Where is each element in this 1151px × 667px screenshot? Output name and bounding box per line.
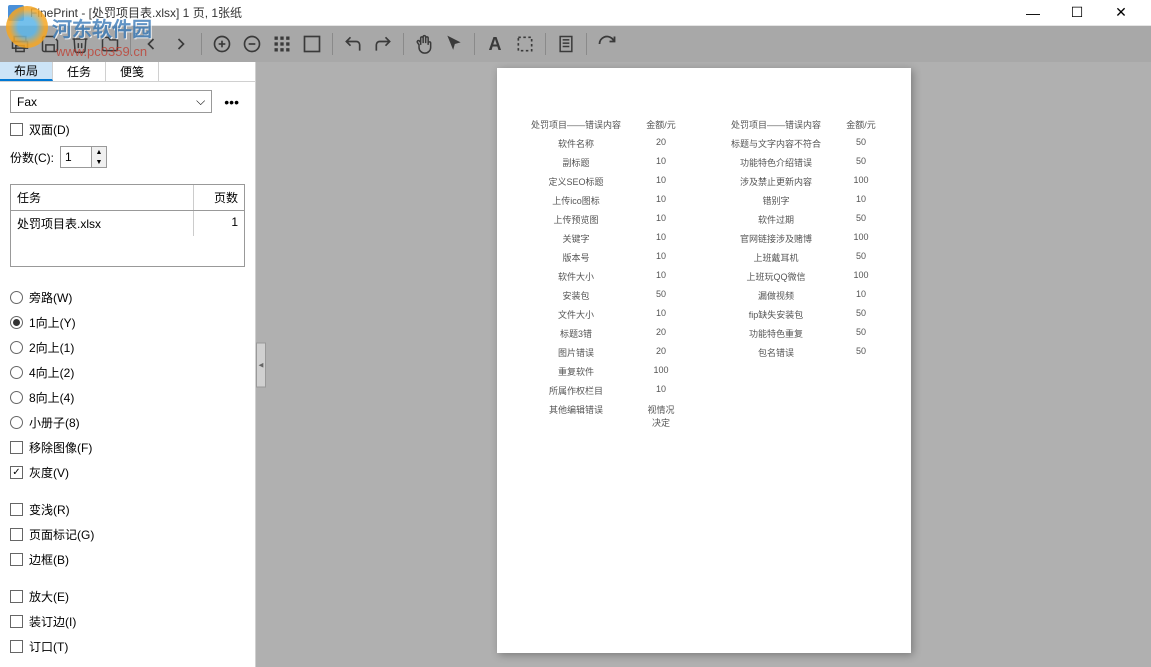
task-row[interactable]: 处罚项目表.xlsx 1 [11, 211, 244, 236]
marquee-button[interactable] [511, 30, 539, 58]
page-preview[interactable]: 处罚项目——错误内容金额/元 软件名称20副标题10定义SEO标题10上传ico… [497, 68, 911, 653]
opt-lighten[interactable]: 变浅(R) [10, 497, 245, 522]
app-icon [8, 5, 24, 21]
minimize-button[interactable]: — [1011, 0, 1055, 26]
maximize-button[interactable]: ☐ [1055, 0, 1099, 26]
opt-bypass[interactable]: 旁路(W) [10, 285, 245, 310]
preview-area[interactable]: ◄ 处罚项目——错误内容金额/元 软件名称20副标题10定义SEO标题10上传i… [256, 62, 1151, 667]
copies-spinner[interactable]: ▲ ▼ [60, 146, 107, 168]
hand-tool-button[interactable] [410, 30, 438, 58]
doc-column-1: 处罚项目——错误内容金额/元 软件名称20副标题10定义SEO标题10上传ico… [529, 118, 679, 435]
opt-booklet[interactable]: 小册子(8) [10, 410, 245, 435]
copies-label: 份数(C): [10, 149, 54, 166]
opt-grayscale[interactable]: 灰度(V) [10, 460, 245, 485]
opt-page-marks[interactable]: 页面标记(G) [10, 522, 245, 547]
doc-column-2: 处罚项目——错误内容金额/元 标题与文字内容不符合50功能特色介绍错误50涉及禁… [729, 118, 879, 435]
opt-gutter[interactable]: 订口(T) [10, 634, 245, 659]
tab-notes[interactable]: 便笺 [106, 62, 159, 81]
refresh-button[interactable] [593, 30, 621, 58]
copies-up[interactable]: ▲ [92, 147, 106, 157]
undo-button[interactable] [339, 30, 367, 58]
sidebar: 布局 任务 便笺 Fax ⌵ ••• 双面(D) 份数(C): [0, 62, 256, 667]
page-setup-button[interactable] [552, 30, 580, 58]
save-button[interactable] [36, 30, 64, 58]
duplex-label: 双面(D) [29, 121, 70, 138]
task-col-pages[interactable]: 页数 [194, 185, 244, 210]
opt-border[interactable]: 边框(B) [10, 547, 245, 572]
opt-4up[interactable]: 4向上(2) [10, 360, 245, 385]
tab-layout[interactable]: 布局 [0, 62, 53, 81]
opt-2up[interactable]: 2向上(1) [10, 335, 245, 360]
tab-task[interactable]: 任务 [53, 62, 106, 81]
zoom-in-button[interactable] [208, 30, 236, 58]
copies-down[interactable]: ▼ [92, 157, 106, 167]
select-tool-button[interactable] [440, 30, 468, 58]
redo-button[interactable] [369, 30, 397, 58]
print-button[interactable] [6, 30, 34, 58]
toolbar: A [0, 26, 1151, 62]
thumbnail-button[interactable] [268, 30, 296, 58]
splitter-handle[interactable]: ◄ [256, 342, 266, 387]
task-table: 任务 页数 处罚项目表.xlsx 1 [10, 184, 245, 267]
text-tool-button[interactable]: A [481, 30, 509, 58]
close-button[interactable]: ✕ [1099, 0, 1143, 26]
chevron-down-icon: ⌵ [196, 94, 205, 109]
profile-more-button[interactable]: ••• [218, 91, 245, 113]
opt-1up[interactable]: 1向上(Y) [10, 310, 245, 335]
copies-input[interactable] [61, 147, 91, 167]
title-bar: FinePrint - [处罚项目表.xlsx] 1 页, 1张纸 — ☐ ✕ [0, 0, 1151, 26]
task-col-name[interactable]: 任务 [11, 185, 194, 210]
opt-enlarge[interactable]: 放大(E) [10, 584, 245, 609]
opt-remove-img[interactable]: 移除图像(F) [10, 435, 245, 460]
zoom-out-button[interactable] [238, 30, 266, 58]
prev-button[interactable] [137, 30, 165, 58]
opt-8up[interactable]: 8向上(4) [10, 385, 245, 410]
profile-dropdown[interactable]: Fax ⌵ [10, 90, 212, 113]
window-title: FinePrint - [处罚项目表.xlsx] 1 页, 1张纸 [30, 4, 1011, 21]
delete-button[interactable] [66, 30, 94, 58]
duplex-checkbox[interactable] [10, 123, 23, 136]
open-button[interactable] [96, 30, 124, 58]
opt-binding[interactable]: 装订边(I) [10, 609, 245, 634]
fullscreen-button[interactable] [298, 30, 326, 58]
next-button[interactable] [167, 30, 195, 58]
